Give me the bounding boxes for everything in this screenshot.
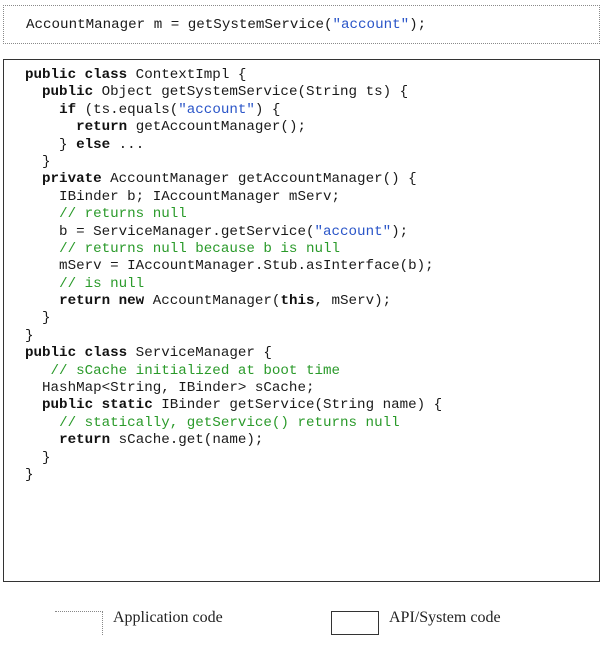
application-code-line: AccountManager m = getSystemService("acc…: [26, 17, 426, 34]
code-line: return new AccountManager(this, mServ);: [25, 293, 442, 310]
code-line: } else ...: [25, 137, 442, 154]
code-line: return getAccountManager();: [25, 119, 442, 136]
code-line: }: [25, 154, 442, 171]
code-keyword: return: [76, 119, 128, 136]
code-line: // is null: [25, 276, 442, 293]
code-comment: // returns null because b is null: [59, 240, 341, 257]
code-line: }: [25, 450, 442, 467]
code-keyword: public: [42, 84, 94, 101]
code-text: b = ServiceManager.getService(: [25, 223, 315, 240]
code-line: }: [25, 467, 442, 484]
code-text: ) {: [254, 101, 281, 118]
code-comment: // statically, getService() returns null: [59, 414, 400, 431]
code-text: );: [409, 17, 427, 33]
code-text: }: [25, 136, 77, 153]
code-text: (ts.equals(: [76, 101, 179, 118]
code-comment: // returns null: [59, 206, 187, 223]
application-code-legend-swatch: [55, 611, 103, 635]
code-text: }: [25, 449, 51, 466]
code-text: );: [391, 223, 409, 240]
code-keyword: public class: [25, 345, 128, 362]
code-text: AccountManager getAccountManager() {: [101, 171, 417, 188]
code-line: // returns null: [25, 206, 442, 223]
code-text: }: [25, 153, 51, 170]
code-line: mServ = IAccountManager.Stub.asInterface…: [25, 258, 442, 275]
code-line: IBinder b; IAccountManager mServ;: [25, 189, 442, 206]
code-keyword: public static: [42, 397, 153, 414]
code-keyword: if: [59, 101, 77, 118]
code-keyword: this: [280, 293, 315, 310]
code-line: return sCache.get(name);: [25, 432, 442, 449]
application-code-box: AccountManager m = getSystemService("acc…: [3, 5, 600, 44]
code-line: private AccountManager getAccountManager…: [25, 171, 442, 188]
system-code-listing: public class ContextImpl { public Object…: [25, 67, 442, 484]
code-text: AccountManager m = getSystemService(: [26, 17, 333, 33]
code-line: public static IBinder getService(String …: [25, 397, 442, 414]
code-text: HashMap<String, IBinder> sCache;: [25, 380, 315, 397]
code-line: public class ContextImpl {: [25, 67, 442, 84]
code-text: Object getSystemService(String ts) {: [93, 84, 409, 101]
code-text: ServiceManager {: [127, 345, 272, 362]
code-text: }: [25, 327, 34, 344]
code-line: public class ServiceManager {: [25, 345, 442, 362]
code-keyword: public class: [25, 67, 128, 83]
code-text: , mServ);: [314, 293, 392, 310]
code-line: HashMap<String, IBinder> sCache;: [25, 380, 442, 397]
code-keyword: else: [76, 136, 111, 153]
code-text: IBinder getService(String name) {: [152, 397, 443, 414]
code-line: b = ServiceManager.getService("account")…: [25, 224, 442, 241]
code-keyword: return new: [59, 293, 145, 310]
code-text: }: [25, 310, 51, 327]
code-line: // statically, getService() returns null: [25, 415, 442, 432]
code-text: sCache.get(name);: [110, 432, 264, 449]
code-keyword: private: [42, 171, 102, 188]
code-line: public Object getSystemService(String ts…: [25, 84, 442, 101]
code-text: ContextImpl {: [127, 67, 247, 83]
code-comment: // is null: [59, 275, 145, 292]
code-line: }: [25, 310, 442, 327]
code-line: // returns null because b is null: [25, 241, 442, 258]
code-line: // sCache initialized at boot time: [25, 363, 442, 380]
code-comment: // sCache initialized at boot time: [50, 362, 341, 379]
code-line: }: [25, 328, 442, 345]
system-code-legend-label: API/System code: [389, 609, 501, 626]
code-string: "account": [314, 223, 392, 240]
system-code-legend-swatch: [331, 611, 379, 635]
code-string: "account": [178, 101, 255, 118]
system-code-box: public class ContextImpl { public Object…: [3, 59, 600, 582]
application-code-legend-label: Application code: [113, 609, 223, 626]
code-line: if (ts.equals("account") {: [25, 102, 442, 119]
code-text: }: [25, 466, 34, 483]
code-text: getAccountManager();: [127, 119, 306, 136]
code-text: IBinder b; IAccountManager mServ;: [25, 188, 341, 205]
code-text: mServ = IAccountManager.Stub.asInterface…: [25, 258, 434, 275]
code-text: AccountManager(: [144, 293, 281, 310]
code-text: ...: [110, 136, 145, 153]
code-keyword: return: [59, 432, 111, 449]
code-string: "account": [332, 17, 410, 33]
